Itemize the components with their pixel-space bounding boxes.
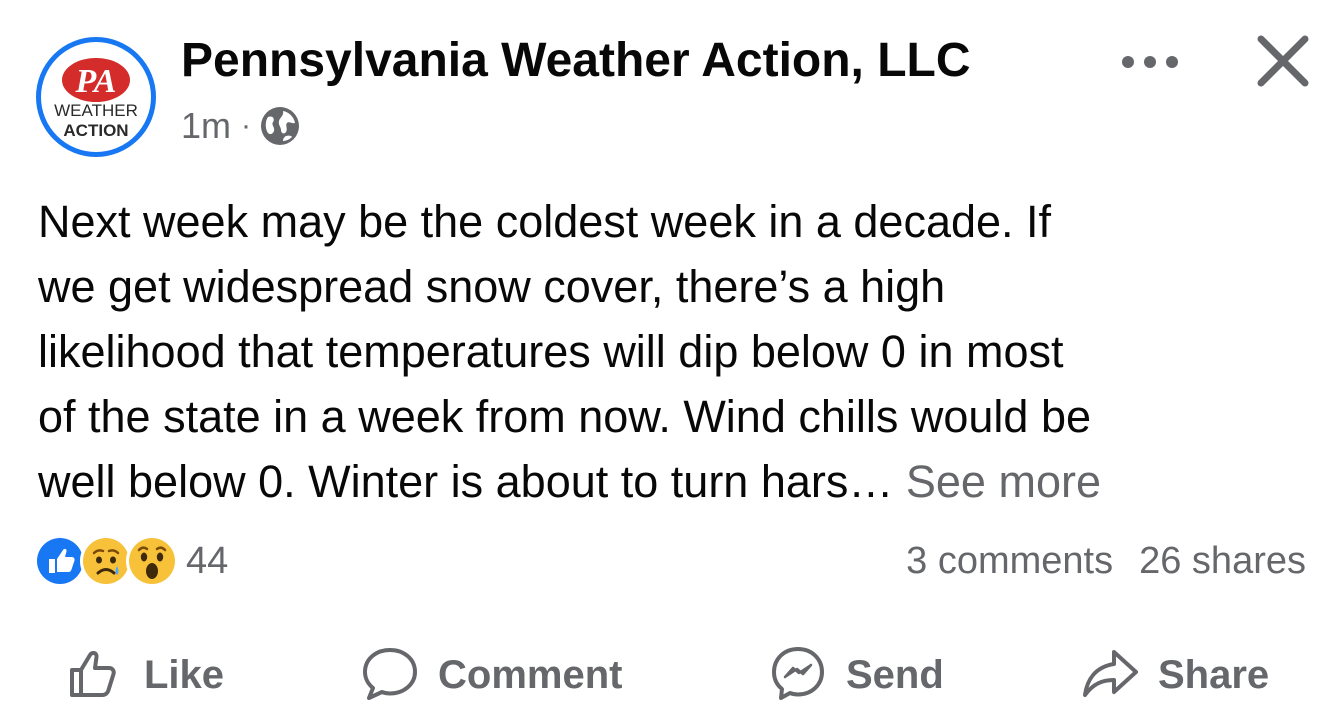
pa-weather-action-logo: PA WEATHER ACTION (43, 44, 149, 150)
share-button[interactable]: Share (1080, 630, 1269, 720)
see-more-link[interactable]: See more (906, 456, 1101, 507)
svg-text:ACTION: ACTION (63, 121, 128, 140)
post-header: PA WEATHER ACTION Pennsylvania Weather A… (0, 0, 1344, 170)
post-body: Next week may be the coldest week in a d… (38, 189, 1328, 514)
engagement-counts: 3 comments 26 shares (906, 534, 1306, 588)
like-button[interactable]: Like (66, 630, 224, 720)
reaction-summary[interactable]: 44 (34, 534, 228, 588)
page-name[interactable]: Pennsylvania Weather Action, LLC (181, 32, 971, 90)
send-button[interactable]: Send (768, 630, 944, 720)
like-reaction-icon (34, 535, 86, 587)
share-arrow-icon (1080, 643, 1140, 708)
shares-count[interactable]: 26 shares (1139, 540, 1306, 583)
comment-label: Comment (438, 652, 623, 697)
comment-bubble-icon (360, 643, 420, 708)
like-label: Like (144, 652, 225, 697)
comment-button[interactable]: Comment (360, 630, 622, 720)
svg-text:WEATHER: WEATHER (54, 101, 138, 120)
svg-text:PA: PA (75, 63, 117, 100)
close-icon[interactable] (1255, 33, 1311, 89)
sad-reaction-icon (80, 535, 132, 587)
send-label: Send (846, 652, 944, 697)
globe-icon[interactable] (259, 105, 301, 147)
thumbs-up-icon (66, 643, 126, 708)
action-bar: Like Comment Send Share (0, 630, 1344, 720)
share-label: Share (1158, 652, 1270, 697)
reaction-count: 44 (186, 539, 229, 582)
post-timestamp[interactable]: 1m (181, 105, 231, 147)
meta-separator: · (241, 109, 252, 142)
wow-reaction-icon (126, 535, 178, 587)
post-meta: 1m · (181, 102, 301, 150)
more-horizontal-icon[interactable] (1118, 50, 1182, 74)
page-avatar[interactable]: PA WEATHER ACTION (36, 37, 156, 157)
comments-count[interactable]: 3 comments (906, 540, 1113, 583)
messenger-icon (768, 643, 828, 708)
